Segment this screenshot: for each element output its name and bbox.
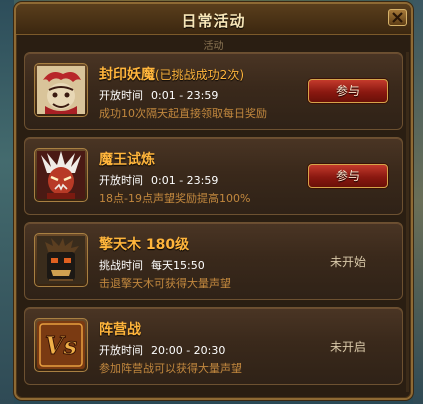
background-scene-left bbox=[0, 0, 14, 404]
activity-time: 开放时间 0:01 - 23:59 bbox=[99, 172, 218, 188]
demon-portrait-icon bbox=[34, 63, 88, 117]
activity-name: 擎天木 180级 bbox=[99, 237, 190, 253]
activity-card: 封印妖魔(已挑战成功2次) 开放时间 0:01 - 23:59 成功10次隔天起直… bbox=[24, 52, 403, 130]
activity-status: 未开启 bbox=[329, 340, 366, 354]
activity-card: 擎天木 180级 挑战时间 每天15:50 击退擎天木可获得大量声望 未开始 bbox=[24, 222, 403, 300]
time-label: 开放时间 bbox=[99, 344, 143, 357]
background-scene-right bbox=[413, 0, 423, 404]
window-titlebar: 日常活动 bbox=[16, 4, 411, 35]
activity-description: 18点-19点声望奖励提高100% bbox=[99, 192, 251, 205]
time-value: 0:01 - 23:59 bbox=[151, 89, 219, 102]
activity-name: 封印妖魔(已挑战成功2次) bbox=[99, 67, 244, 83]
activity-progress: (已挑战成功2次) bbox=[155, 68, 244, 82]
section-tab-label: 活动 bbox=[203, 41, 224, 52]
activity-description: 击退擎天木可获得大量声望 bbox=[99, 277, 231, 290]
activity-description: 参加阵营战可以获得大量声望 bbox=[99, 362, 242, 375]
join-button[interactable]: 参与 bbox=[308, 164, 388, 188]
activity-time: 挑战时间 每天15:50 bbox=[99, 257, 205, 273]
time-label: 开放时间 bbox=[99, 174, 143, 187]
tree-golem-icon bbox=[34, 233, 88, 287]
activity-card: 魔王试炼 开放时间 0:01 - 23:59 18点-19点声望奖励提高100% … bbox=[24, 137, 403, 215]
window-title: 日常活动 bbox=[181, 12, 246, 30]
time-label: 挑战时间 bbox=[99, 259, 143, 272]
time-value: 每天15:50 bbox=[151, 259, 205, 272]
svg-text:Vs: Vs bbox=[45, 331, 78, 360]
activity-card: Vs 阵营战 开放时间 20:00 - 20:30 参加阵营战可以获得大量声望 未… bbox=[24, 307, 403, 385]
versus-icon: Vs bbox=[34, 318, 88, 372]
list-scroll-edge bbox=[406, 52, 409, 392]
activity-name: 魔王试炼 bbox=[99, 152, 155, 168]
time-value: 0:01 - 23:59 bbox=[151, 174, 219, 187]
time-value: 20:00 - 20:30 bbox=[151, 344, 226, 357]
time-label: 开放时间 bbox=[99, 89, 143, 102]
activity-time: 开放时间 0:01 - 23:59 bbox=[99, 87, 218, 103]
daily-activities-window: 日常活动 活动 封印妖魔(已挑战成功2次) 开放时间 0:01 - 23:59 … bbox=[14, 2, 413, 400]
join-button[interactable]: 参与 bbox=[308, 79, 388, 103]
activity-time: 开放时间 20:00 - 20:30 bbox=[99, 342, 225, 358]
activity-name: 阵营战 bbox=[99, 322, 141, 338]
close-icon bbox=[392, 12, 403, 23]
close-button[interactable] bbox=[388, 9, 407, 26]
activity-list: 封印妖魔(已挑战成功2次) 开放时间 0:01 - 23:59 成功10次隔天起直… bbox=[24, 52, 403, 392]
activity-description: 成功10次隔天起直接领取每日奖励 bbox=[99, 107, 267, 120]
demon-king-portrait-icon bbox=[34, 148, 88, 202]
activity-status: 未开始 bbox=[329, 255, 366, 269]
